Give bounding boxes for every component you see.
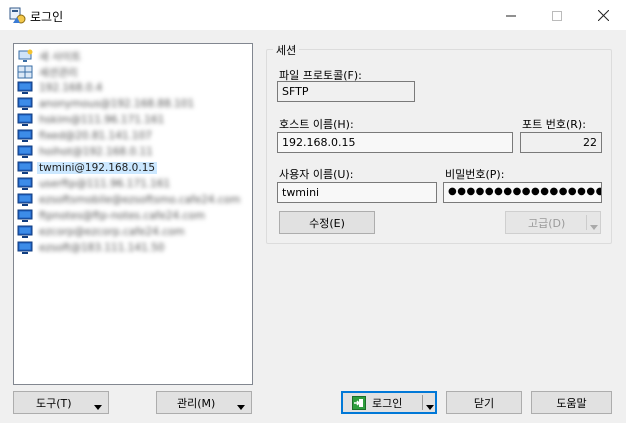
manage-dropdown-icon [237, 400, 245, 413]
help-button[interactable]: 도움말 [531, 391, 612, 414]
login-button-label: 로그인 [372, 396, 403, 410]
host-input[interactable]: 192.168.0.15 [277, 132, 513, 153]
close-icon [597, 10, 609, 21]
window-title: 로그인 [30, 10, 64, 24]
monitor-icon [17, 145, 33, 158]
site-list-item-label: hoihot@192.168.0.11 [39, 146, 153, 158]
manage-button-label: 관리(M) [177, 396, 216, 410]
host-value: 192.168.0.15 [282, 136, 356, 149]
login-split-separator [422, 395, 423, 410]
protocol-value: SFTP [282, 85, 309, 98]
password-label: 비밀번호(P): [445, 168, 505, 181]
site-list-item-label: ftpnotes@ftp-notes.cafe24.com [39, 210, 205, 222]
close-button-label: 닫기 [473, 396, 495, 410]
site-list-item-label: anonymous@192.168.88.101 [39, 98, 195, 110]
site-list-item-label: ezcorp@ezcorp.cafe24.com [39, 226, 185, 238]
port-label: 포트 번호(R): [522, 118, 586, 131]
advanced-dropdown-icon[interactable] [590, 220, 598, 233]
site-list-item-label: ezsoftsmobile@ezsoftsmo.cafe24.com [39, 194, 241, 206]
site-list-item[interactable]: twmini@192.168.0.15 [17, 160, 158, 176]
login-icon [352, 395, 366, 410]
site-list-item-label: fixed@20.81.141.107 [39, 130, 152, 142]
advanced-button[interactable]: 고급(D) [505, 211, 601, 234]
site-list-item[interactable]: hoihot@192.168.0.11 [17, 144, 155, 160]
session-group-title: 세션 [273, 42, 300, 58]
advanced-split-separator [586, 215, 587, 230]
site-list-item-label: twmini@192.168.0.15 [37, 162, 158, 174]
maximize-icon [552, 10, 562, 21]
site-list-item[interactable]: ftpnotes@ftp-notes.cafe24.com [17, 208, 207, 224]
monitor-icon [17, 177, 33, 190]
login-dropdown-icon[interactable] [426, 400, 434, 413]
monitor-icon [17, 97, 33, 110]
monitor-icon [17, 81, 33, 94]
monitor-icon [17, 113, 33, 126]
username-label: 사용자 이름(U): [279, 168, 354, 181]
protocol-select[interactable]: SFTP [277, 81, 415, 102]
tools-dropdown-icon [94, 400, 102, 413]
login-button[interactable]: 로그인 [341, 391, 437, 414]
monitor-icon [17, 129, 33, 142]
site-list-item[interactable]: userftp@111.96.171.161 [17, 176, 172, 192]
username-value: twmini [282, 186, 320, 199]
site-list-item[interactable]: anonymous@192.168.88.101 [17, 96, 196, 112]
site-list-item-label: hskim@111.96.171.161 [39, 114, 165, 126]
manage-button[interactable]: 관리(M) [156, 391, 252, 414]
advanced-button-label: 고급(D) [528, 216, 566, 230]
site-tree[interactable]: 새 사이트세션관리 192.168.0.4 anonymous@192.168.88… [13, 43, 253, 385]
monitor-icon [17, 225, 33, 238]
close-button[interactable]: 닫기 [446, 391, 522, 414]
new-site-icon [18, 49, 33, 62]
site-list-item-label: ezsoft@183.111.141.50 [39, 242, 165, 254]
tools-button-label: 도구(T) [36, 396, 72, 410]
site-list-item[interactable]: 192.168.0.4 [17, 80, 104, 96]
app-icon [9, 7, 26, 24]
site-list-item-label: 192.168.0.4 [39, 82, 103, 94]
site-list-item[interactable]: hskim@111.96.171.161 [17, 112, 166, 128]
tools-button[interactable]: 도구(T) [13, 391, 109, 414]
port-value: 22 [583, 136, 597, 149]
site-list-item[interactable]: ezcorp@ezcorp.cafe24.com [17, 224, 187, 240]
edit-button-label: 수정(E) [309, 216, 345, 230]
site-list-item-label: 세션관리 [39, 66, 78, 79]
site-list-item[interactable]: ezsoftsmobile@ezsoftsmo.cafe24.com [17, 192, 242, 208]
monitor-icon [17, 209, 33, 222]
monitor-icon [17, 241, 33, 254]
site-list-item[interactable]: ezsoft@183.111.141.50 [17, 240, 167, 256]
minimize-icon [506, 15, 516, 16]
workspace-icon [17, 65, 33, 79]
title-bar: 로그인 [0, 0, 626, 31]
site-list-item[interactable]: 새 사이트 [17, 48, 83, 64]
site-list-item-label: 새 사이트 [39, 50, 81, 63]
port-input[interactable]: 22 [520, 132, 602, 153]
username-input[interactable]: twmini [277, 182, 437, 203]
site-list-item[interactable]: 세션관리 [17, 64, 80, 80]
edit-button[interactable]: 수정(E) [279, 211, 375, 234]
host-label: 호스트 이름(H): [279, 118, 354, 131]
monitor-icon [17, 193, 33, 206]
password-value: ●●●●●●●●●●●●●●●●●● [448, 186, 602, 197]
close-window-button[interactable] [580, 0, 626, 31]
minimize-button[interactable] [488, 0, 534, 31]
password-input[interactable]: ●●●●●●●●●●●●●●●●●● [443, 182, 602, 203]
help-button-label: 도움말 [556, 396, 587, 410]
site-list-item-label: userftp@111.96.171.161 [39, 178, 171, 190]
monitor-icon [17, 161, 33, 174]
site-list-item[interactable]: fixed@20.81.141.107 [17, 128, 154, 144]
maximize-button[interactable] [534, 0, 580, 31]
